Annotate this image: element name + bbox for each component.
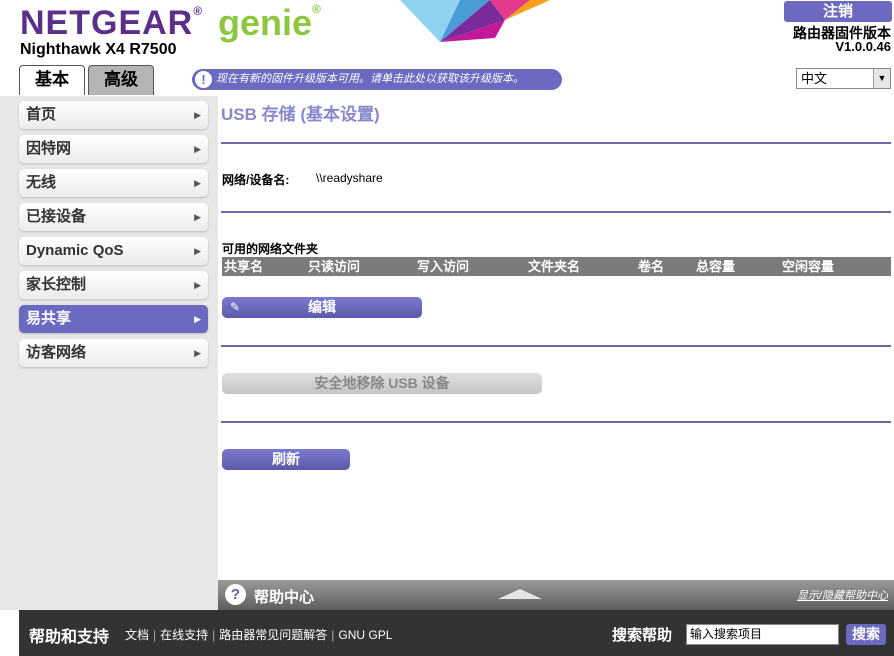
- chevron-right-icon: ▶: [194, 144, 201, 154]
- folders-table-header: 共享名 只读访问 写入访问 文件夹名 卷名 总容量 空闲容量: [222, 257, 891, 276]
- chevron-right-icon: ▶: [194, 280, 201, 290]
- sidebar-item-dynamic-qos[interactable]: Dynamic QoS ▶: [19, 237, 208, 265]
- main-content: USB 存储 (基本设置) 网络/设备名: \\readyshare 可用的网络…: [218, 96, 894, 582]
- sidebar-item-readyshare[interactable]: 易共享 ▶: [19, 305, 208, 333]
- chevron-right-icon: ▶: [194, 178, 201, 188]
- firmware-version: V1.0.0.46: [835, 39, 891, 54]
- separator: |: [212, 628, 216, 642]
- firmware-update-notice[interactable]: ! 现在有新的固件升级版本可用。请单击此处以获取该升级版本。: [192, 69, 562, 90]
- search-help-label: 搜索帮助: [612, 627, 673, 644]
- pencil-icon: ✎: [230, 300, 241, 314]
- sidebar-item-internet[interactable]: 因特网 ▶: [19, 135, 208, 163]
- netgear-logo: NETGEAR®: [20, 4, 204, 42]
- sidebar-item-wireless[interactable]: 无线 ▶: [19, 169, 208, 197]
- notice-text: 现在有新的固件升级版本可用。请单击此处以获取该升级版本。: [216, 73, 524, 85]
- column-header: 写入访问: [417, 259, 470, 274]
- sidebar-item-label: 易共享: [26, 310, 72, 327]
- divider: [221, 142, 891, 144]
- footer: 帮助和支持 文档 | 在线支持 | 路由器常见问题解答 | GNU GPL 搜索帮助 输入搜…: [19, 610, 894, 656]
- separator: |: [331, 628, 335, 642]
- link-online-support[interactable]: 在线支持: [160, 628, 208, 642]
- sidebar-item-label: 无线: [26, 174, 57, 191]
- sidebar-item-label: 因特网: [26, 140, 72, 157]
- help-icon: ?: [225, 584, 246, 605]
- language-value: 中文: [801, 71, 828, 86]
- chevron-right-icon: ▶: [194, 246, 201, 256]
- separator: |: [153, 628, 157, 642]
- search-input[interactable]: 输入搜索项目: [686, 624, 839, 645]
- sidebar-item-attached-devices[interactable]: 已接设备 ▶: [19, 203, 208, 231]
- model-name: Nighthawk X4 R7500: [20, 41, 177, 58]
- column-header: 卷名: [638, 259, 665, 274]
- chevron-right-icon: ▶: [194, 212, 201, 222]
- device-name-label: 网络/设备名:: [222, 173, 290, 187]
- logo-graphic-icon: [400, 0, 550, 42]
- help-center-bar[interactable]: ? 帮助中心 显示/隐藏帮助中心: [218, 580, 894, 610]
- safely-remove-usb-button[interactable]: 安全地移除 USB 设备: [222, 373, 542, 394]
- sidebar-item-label: 家长控制: [26, 276, 87, 293]
- support-title: 帮助和支持: [29, 629, 110, 646]
- header: NETGEAR® genie® Nighthawk X4 R7500 基本 高级…: [0, 0, 894, 96]
- refresh-button[interactable]: 刷新: [222, 449, 350, 470]
- sidebar-item-guest-network[interactable]: 访客网络 ▶: [19, 339, 208, 367]
- help-toggle-link[interactable]: 显示/隐藏帮助中心: [797, 587, 888, 603]
- logout-button[interactable]: 注销: [784, 1, 892, 22]
- language-select[interactable]: 中文 ▼: [796, 68, 891, 89]
- column-header: 总容量: [696, 259, 736, 274]
- support-links: 文档 | 在线支持 | 路由器常见问题解答 | GNU GPL: [125, 626, 392, 643]
- sidebar-item-label: 已接设备: [26, 208, 87, 225]
- edit-button-label: 编辑: [308, 299, 336, 315]
- chevron-right-icon: ▶: [194, 314, 201, 324]
- chevron-right-icon: ▶: [194, 110, 201, 120]
- tab-basic[interactable]: 基本: [19, 65, 85, 95]
- chevron-down-icon[interactable]: ▼: [873, 69, 890, 88]
- alert-icon: !: [195, 71, 212, 88]
- chevron-right-icon: ▶: [194, 348, 201, 358]
- column-header: 共享名: [224, 259, 264, 274]
- device-name-value: \\readyshare: [316, 171, 383, 185]
- sidebar-item-label: 首页: [26, 106, 57, 123]
- divider: [221, 421, 891, 423]
- sidebar-item-parental-controls[interactable]: 家长控制 ▶: [19, 271, 208, 299]
- sidebar-item-label: 访客网络: [26, 344, 87, 361]
- help-center-title: 帮助中心: [254, 589, 315, 606]
- edit-button[interactable]: ✎ 编辑: [222, 297, 422, 318]
- genie-logo: genie®: [218, 2, 321, 43]
- page-title: USB 存储 (基本设置): [221, 105, 380, 124]
- column-header: 只读访问: [308, 259, 361, 274]
- divider: [221, 211, 891, 213]
- folders-section-title: 可用的网络文件夹: [222, 242, 319, 256]
- sidebar-item-label: Dynamic QoS: [26, 242, 124, 259]
- link-router-faq[interactable]: 路由器常见问题解答: [219, 628, 327, 642]
- search-button[interactable]: 搜索: [846, 624, 886, 645]
- link-gnu-gpl[interactable]: GNU GPL: [338, 628, 392, 642]
- link-documentation[interactable]: 文档: [125, 628, 149, 642]
- column-header: 空闲容量: [782, 259, 835, 274]
- sidebar: 首页 ▶ 因特网 ▶ 无线 ▶ 已接设备 ▶ Dynamic QoS ▶ 家长控制 ▶ 易共…: [0, 96, 218, 610]
- divider: [221, 345, 891, 347]
- column-header: 文件夹名: [528, 259, 581, 274]
- sidebar-item-home[interactable]: 首页 ▶: [19, 101, 208, 129]
- expand-up-icon[interactable]: [498, 589, 542, 599]
- tab-advanced[interactable]: 高级: [88, 65, 154, 95]
